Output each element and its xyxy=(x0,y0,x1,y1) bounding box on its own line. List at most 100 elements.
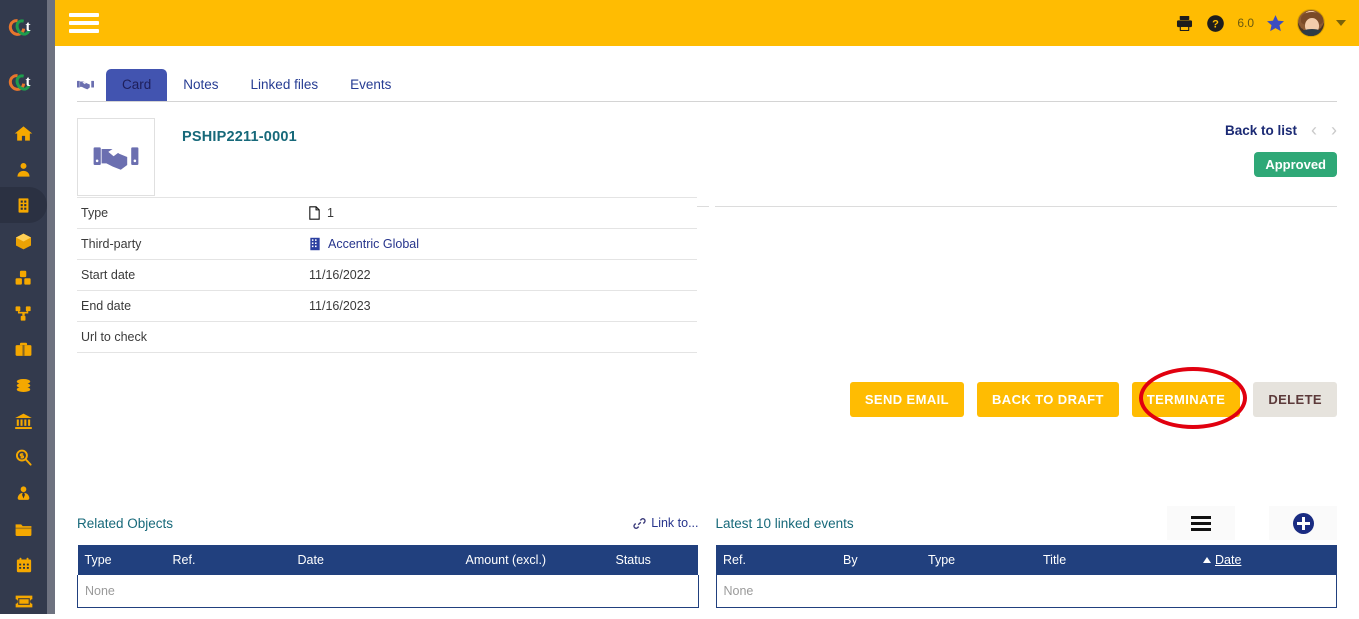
ticket-icon xyxy=(15,595,32,607)
svg-text:?: ? xyxy=(1212,18,1219,30)
tab-linked-files[interactable]: Linked files xyxy=(235,69,335,101)
avatar[interactable] xyxy=(1297,9,1325,37)
events-list-menu-button[interactable] xyxy=(1167,506,1235,540)
back-to-draft-button[interactable]: BACK TO DRAFT xyxy=(977,381,1119,417)
share-nodes-icon xyxy=(15,305,31,321)
status-badge: Approved xyxy=(1254,152,1337,177)
plus-circle-icon xyxy=(1292,512,1314,534)
brand-logo-icon: t xyxy=(4,15,39,39)
sidebar-item-bank[interactable] xyxy=(0,403,47,439)
menu-toggle-icon[interactable] xyxy=(69,13,99,33)
table-header-row: Type Ref. Date Amount (excl.) Status xyxy=(77,545,698,575)
chevron-down-icon[interactable] xyxy=(1336,20,1346,26)
object-reference: PSHIP2211-0001 xyxy=(182,129,297,145)
box-icon xyxy=(15,233,32,249)
related-objects-title[interactable]: Related Objects xyxy=(77,516,173,531)
money-icon xyxy=(16,378,31,392)
table-row-empty: None xyxy=(715,575,1337,608)
help-icon[interactable]: ? xyxy=(1206,14,1225,33)
handshake-icon xyxy=(93,147,139,170)
column-type[interactable]: Type xyxy=(77,545,166,575)
table-header-row: Ref. By Type Title Date xyxy=(716,545,1337,575)
column-date-sorted[interactable]: Date xyxy=(1196,545,1337,575)
sidebar-item-agenda[interactable] xyxy=(0,547,47,583)
sidebar-item-home[interactable] xyxy=(0,115,47,151)
field-value-third-party: Accentric Global xyxy=(305,229,697,260)
related-objects-header: Related Objects Link to... xyxy=(77,501,699,545)
top-bar: ? 6.0 xyxy=(55,0,1359,46)
sidebar-item-hrm[interactable] xyxy=(0,475,47,511)
column-by[interactable]: By xyxy=(836,545,921,575)
add-event-button[interactable] xyxy=(1269,506,1337,540)
back-to-list-link[interactable]: Back to list xyxy=(1225,123,1297,138)
printer-icon[interactable] xyxy=(1174,14,1195,33)
related-objects-table: Type Ref. Date Amount (excl.) Status Non… xyxy=(77,545,699,608)
sidebar-item-billing[interactable] xyxy=(0,367,47,403)
tab-events[interactable]: Events xyxy=(334,69,407,101)
table-row: Start date 11/16/2022 xyxy=(77,260,697,291)
next-record-icon[interactable]: › xyxy=(1331,121,1337,139)
top-bar-actions: ? 6.0 xyxy=(1174,9,1359,37)
cubes-icon xyxy=(15,270,31,285)
field-label-type: Type xyxy=(81,206,109,220)
sidebar-scrollbar[interactable] xyxy=(47,0,55,614)
linked-events-title[interactable]: Latest 10 linked events xyxy=(716,516,854,531)
field-table: Type 1 Third-party Accentric Global Star… xyxy=(77,197,697,353)
sidebar-item-third-parties[interactable] xyxy=(0,187,47,223)
field-value-end-date: 11/16/2023 xyxy=(309,299,371,313)
right-column xyxy=(715,197,1337,353)
table-row-empty: None xyxy=(77,575,699,608)
linked-events-table: Ref. By Type Title Date None xyxy=(715,545,1338,608)
delete-button[interactable]: DELETE xyxy=(1253,381,1337,417)
sidebar-item-projects[interactable] xyxy=(0,295,47,331)
app-logo-top[interactable]: t xyxy=(0,0,47,55)
column-ref[interactable]: Ref. xyxy=(165,545,291,575)
terminate-button[interactable]: TERMINATE xyxy=(1131,381,1241,417)
sidebar-item-documents[interactable] xyxy=(0,511,47,547)
sidebar-item-products[interactable] xyxy=(0,223,47,259)
send-email-button[interactable]: SEND EMAIL xyxy=(849,381,964,417)
column-amount[interactable]: Amount (excl.) xyxy=(458,545,609,575)
calendar-icon xyxy=(16,557,31,572)
sidebar-item-accounting[interactable] xyxy=(0,439,47,475)
user-tie-icon xyxy=(17,485,30,500)
tab-bar: Card Notes Linked files Events xyxy=(77,46,1337,102)
app-logo-secondary[interactable]: t xyxy=(0,55,47,110)
column-title[interactable]: Title xyxy=(1036,545,1196,575)
user-icon xyxy=(17,162,30,177)
right-column-rule xyxy=(715,206,1337,207)
field-label-start-date: Start date xyxy=(81,268,136,282)
tab-notes[interactable]: Notes xyxy=(167,69,234,101)
sort-ascending-icon xyxy=(1203,557,1211,563)
link-to-button[interactable]: Link to... xyxy=(633,516,699,530)
field-label-end-date: End date xyxy=(81,299,132,313)
home-icon xyxy=(14,125,33,141)
previous-record-icon[interactable]: ‹ xyxy=(1311,121,1317,139)
table-row: Type 1 xyxy=(77,197,697,229)
money-search-icon xyxy=(15,449,32,466)
folder-icon xyxy=(15,523,32,536)
tab-card[interactable]: Card xyxy=(106,69,168,101)
card-body: Type 1 Third-party Accentric Global Star… xyxy=(77,197,1337,353)
bottom-panels: Related Objects Link to... Type Ref. Dat… xyxy=(77,501,1337,608)
column-status[interactable]: Status xyxy=(608,545,698,575)
star-icon[interactable] xyxy=(1265,13,1286,33)
object-logo-box xyxy=(77,118,155,196)
handshake-icon xyxy=(77,80,94,90)
column-date-label[interactable]: Date xyxy=(1215,553,1241,567)
left-sidebar: t t xyxy=(0,0,47,614)
third-party-link[interactable]: Accentric Global xyxy=(328,237,419,251)
table-row: End date 11/16/2023 xyxy=(77,291,697,322)
sidebar-item-commercial[interactable] xyxy=(0,331,47,367)
file-icon xyxy=(309,206,320,220)
column-date[interactable]: Date xyxy=(290,545,459,575)
version-label: 6.0 xyxy=(1237,16,1254,30)
sidebar-item-mrp[interactable] xyxy=(0,259,47,295)
field-value-type: 1 xyxy=(305,198,697,229)
column-ref[interactable]: Ref. xyxy=(716,545,836,575)
sidebar-item-members[interactable] xyxy=(0,151,47,187)
bank-icon xyxy=(15,413,32,429)
column-type[interactable]: Type xyxy=(921,545,1036,575)
main-content: Card Notes Linked files Events PSHIP2211… xyxy=(55,46,1359,614)
linked-events-panel: Latest 10 linked events Ref. By Type Tit… xyxy=(715,501,1338,608)
